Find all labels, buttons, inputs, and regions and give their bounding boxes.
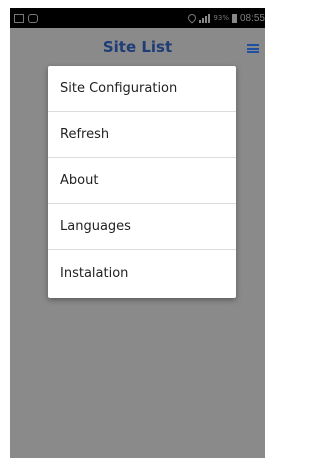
status-bar: 93% 08:55 (10, 8, 265, 28)
menu-item-refresh[interactable]: Refresh (48, 112, 236, 158)
wifi-icon (186, 12, 199, 24)
menu-item-about[interactable]: About (48, 158, 236, 204)
screenshot-notification-icon (14, 13, 24, 23)
battery-percent: 93% (213, 14, 229, 22)
hamburger-menu-icon[interactable] (247, 44, 259, 53)
phone-screen: 93% 08:55 Site List Site Configuration R… (10, 8, 265, 458)
page-title: Site List (102, 38, 173, 56)
app-notification-icon (28, 13, 38, 23)
menu-item-site-configuration[interactable]: Site Configuration (48, 66, 236, 112)
signal-icon (199, 13, 211, 23)
battery-icon (231, 13, 237, 23)
status-indicators: 93% 08:55 (186, 11, 265, 25)
app-bar: Site List (10, 28, 265, 66)
status-time: 08:55 (239, 12, 265, 24)
status-notifications (14, 12, 38, 24)
overflow-menu: Site Configuration Refresh About Languag… (48, 66, 236, 298)
menu-item-instalation[interactable]: Instalation (48, 250, 236, 296)
menu-item-languages[interactable]: Languages (48, 204, 236, 250)
